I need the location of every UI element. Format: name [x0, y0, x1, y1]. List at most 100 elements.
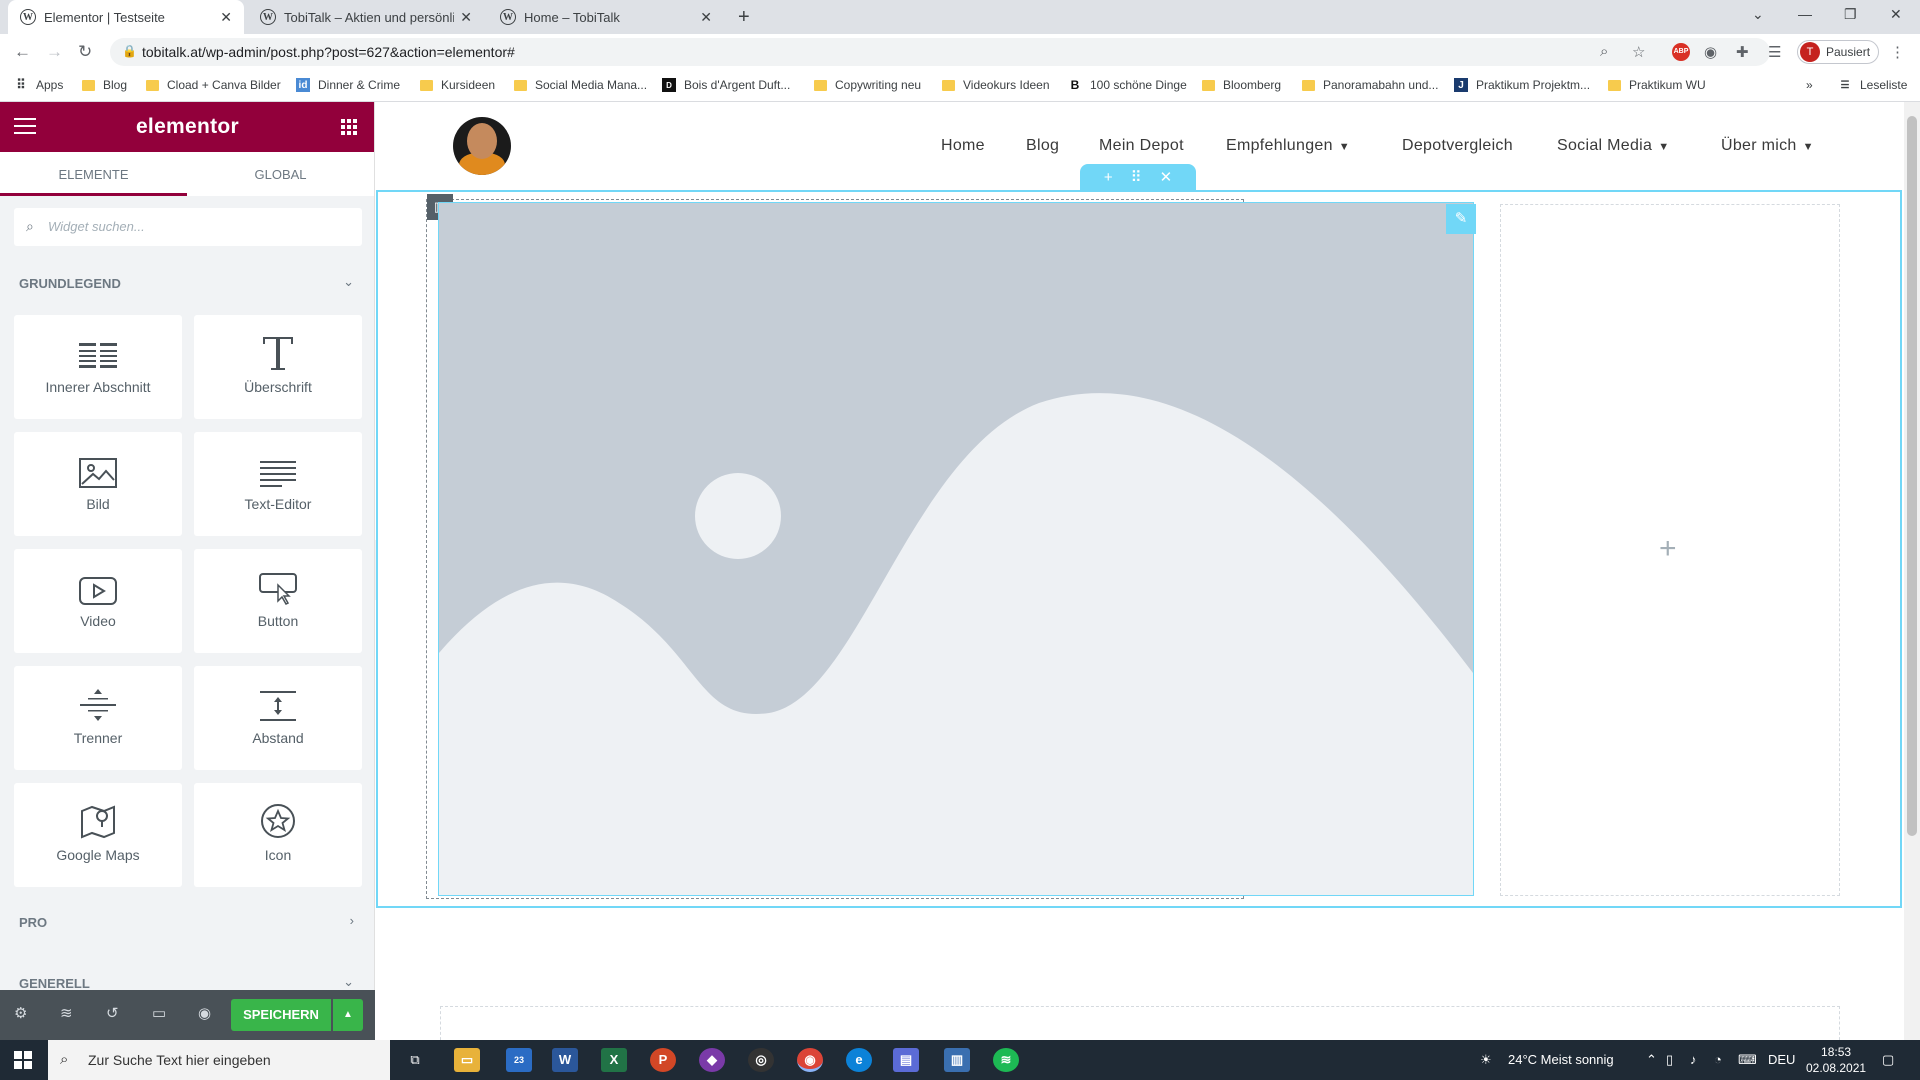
- tab-global[interactable]: GLOBAL: [187, 152, 374, 196]
- settings-gear-icon[interactable]: ⚙: [14, 1004, 27, 1022]
- site-logo[interactable]: [453, 117, 511, 175]
- browser-menu-icon[interactable]: ⋮: [1890, 43, 1905, 61]
- widget-button[interactable]: Button: [194, 549, 362, 653]
- bookmark-star-icon[interactable]: ☆: [1632, 43, 1645, 61]
- history-icon[interactable]: ↺: [106, 1004, 119, 1022]
- word-icon[interactable]: W: [552, 1048, 578, 1072]
- close-icon[interactable]: ✕: [700, 9, 712, 26]
- widget-text-editor[interactable]: Text-Editor: [194, 432, 362, 536]
- category-pro-title[interactable]: PRO: [19, 915, 47, 930]
- grammarly-icon[interactable]: ◉: [1704, 43, 1717, 61]
- taskbar-search-input[interactable]: ⌕ Zur Suche Text hier eingeben: [48, 1040, 390, 1080]
- bookmark-item[interactable]: Bloomberg: [1202, 78, 1281, 92]
- powerpoint-icon[interactable]: P: [650, 1048, 676, 1072]
- nav-item-home[interactable]: Home: [941, 137, 985, 155]
- nav-item-depot-comparison[interactable]: Depotvergleich: [1402, 137, 1513, 155]
- tab-search-icon[interactable]: ⌄: [1752, 6, 1764, 23]
- category-basic-title[interactable]: GRUNDLEGEND: [19, 276, 121, 291]
- excel-icon[interactable]: X: [601, 1048, 627, 1072]
- edge-icon[interactable]: e: [846, 1048, 872, 1072]
- edit-pencil-icon[interactable]: ✎: [1446, 204, 1476, 234]
- window-close-button[interactable]: ✕: [1890, 6, 1902, 23]
- save-button[interactable]: SPEICHERN: [231, 999, 331, 1031]
- widgets-grid-icon[interactable]: [341, 119, 357, 135]
- add-new-section-area[interactable]: [440, 1006, 1840, 1040]
- task-view-icon[interactable]: ⧉: [402, 1048, 428, 1072]
- forward-icon[interactable]: →: [46, 42, 63, 62]
- browser-tab-elementor[interactable]: W Elementor | Testseite ✕: [8, 0, 244, 34]
- bookmark-item[interactable]: Social Media Mana...: [514, 78, 647, 92]
- bookmark-item[interactable]: Videokurs Ideen: [942, 78, 1050, 92]
- clock[interactable]: 18:53 02.08.2021: [1806, 1044, 1866, 1076]
- app-icon[interactable]: ▤: [893, 1048, 919, 1072]
- bookmark-apps[interactable]: ⠿ Apps: [14, 77, 63, 92]
- notifications-icon[interactable]: ▢: [1882, 1052, 1894, 1068]
- bookmark-item[interactable]: B 100 schöne Dinge: [1068, 78, 1187, 92]
- preview-eye-icon[interactable]: ◉: [198, 1004, 211, 1022]
- tab-elements[interactable]: ELEMENTE: [0, 152, 187, 196]
- file-explorer-icon[interactable]: ▭: [454, 1048, 480, 1072]
- spotify-icon[interactable]: ≋: [993, 1048, 1019, 1072]
- widget-heading[interactable]: Überschrift: [194, 315, 362, 419]
- weather-icon[interactable]: ☀: [1480, 1052, 1492, 1068]
- network-icon[interactable]: ◔: [1714, 1052, 1722, 1067]
- minimize-button[interactable]: —: [1798, 6, 1812, 22]
- bookmark-item[interactable]: J Praktikum Projektm...: [1454, 78, 1590, 92]
- chevron-down-icon[interactable]: ⌄: [343, 274, 354, 290]
- nav-item-about[interactable]: Über mich ▼: [1721, 137, 1814, 155]
- delete-section-icon[interactable]: ✕: [1160, 168, 1173, 186]
- app-icon[interactable]: ◆: [699, 1048, 725, 1072]
- nav-item-depot[interactable]: Mein Depot: [1099, 137, 1184, 155]
- more-bookmarks-icon[interactable]: »: [1806, 78, 1813, 92]
- chrome-icon[interactable]: ◉: [797, 1048, 823, 1072]
- bookmark-item[interactable]: Kursideen: [420, 78, 495, 92]
- widget-divider[interactable]: Trenner: [14, 666, 182, 770]
- back-icon[interactable]: ←: [14, 42, 31, 62]
- widget-google-maps[interactable]: Google Maps: [14, 783, 182, 887]
- extensions-icon[interactable]: ✚: [1736, 43, 1749, 61]
- widget-video[interactable]: Video: [14, 549, 182, 653]
- language-indicator[interactable]: DEU: [1768, 1052, 1795, 1067]
- keyboard-icon[interactable]: ⌨: [1738, 1052, 1757, 1068]
- chevron-down-icon[interactable]: ⌄: [343, 974, 354, 990]
- mail-icon[interactable]: 23: [506, 1048, 532, 1072]
- battery-icon[interactable]: ▯: [1666, 1052, 1673, 1068]
- bookmark-item[interactable]: id Dinner & Crime: [296, 78, 400, 92]
- page-scrollbar[interactable]: [1904, 102, 1920, 1040]
- reload-icon[interactable]: ↻: [78, 42, 92, 62]
- bookmark-item[interactable]: D Bois d'Argent Duft...: [662, 78, 790, 92]
- adblock-icon[interactable]: ABP: [1672, 43, 1690, 61]
- new-tab-button[interactable]: +: [738, 6, 750, 29]
- media-control-icon[interactable]: ☰: [1768, 43, 1781, 61]
- zoom-icon[interactable]: ⌕: [1600, 43, 1608, 60]
- weather-text[interactable]: 24°C Meist sonnig: [1508, 1052, 1614, 1067]
- profile-button[interactable]: T Pausiert: [1797, 40, 1879, 64]
- drag-handle-icon[interactable]: ⠿: [1131, 168, 1142, 186]
- nav-item-recommendations[interactable]: Empfehlungen ▼: [1226, 137, 1350, 155]
- widget-icon[interactable]: Icon: [194, 783, 362, 887]
- browser-tab-tobitalk[interactable]: W TobiTalk – Aktien und persönliche ✕: [248, 0, 484, 34]
- responsive-mode-icon[interactable]: ▭: [152, 1004, 166, 1022]
- widget-image[interactable]: Bild: [14, 432, 182, 536]
- restore-button[interactable]: ❐: [1844, 6, 1857, 23]
- placeholder-image[interactable]: [438, 202, 1474, 896]
- tray-chevron-icon[interactable]: ⌃: [1646, 1052, 1657, 1068]
- app-icon[interactable]: ▥: [944, 1048, 970, 1072]
- reading-list[interactable]: ☰ Leseliste: [1838, 78, 1908, 92]
- bookmark-item[interactable]: Blog: [82, 78, 127, 92]
- url-field[interactable]: 🔒 tobitalk.at/wp-admin/post.php?post=627…: [110, 38, 1770, 66]
- bookmark-item[interactable]: Praktikum WU: [1608, 78, 1706, 92]
- category-general-title[interactable]: GENERELL: [19, 976, 90, 991]
- widget-search-input[interactable]: ⌕ Widget suchen...: [14, 208, 362, 246]
- close-icon[interactable]: ✕: [220, 9, 232, 26]
- widget-spacer[interactable]: Abstand: [194, 666, 362, 770]
- widget-inner-section[interactable]: Innerer Abschnitt: [14, 315, 182, 419]
- volume-icon[interactable]: ♪: [1690, 1052, 1697, 1067]
- add-element-icon[interactable]: +: [1659, 532, 1677, 566]
- browser-tab-home[interactable]: W Home – TobiTalk ✕: [488, 0, 724, 34]
- navigator-layers-icon[interactable]: ≋: [60, 1004, 73, 1022]
- nav-item-blog[interactable]: Blog: [1026, 137, 1059, 155]
- nav-item-social-media[interactable]: Social Media ▼: [1557, 137, 1669, 155]
- chevron-right-icon[interactable]: ›: [350, 913, 354, 928]
- bookmark-item[interactable]: Cload + Canva Bilder: [146, 78, 281, 92]
